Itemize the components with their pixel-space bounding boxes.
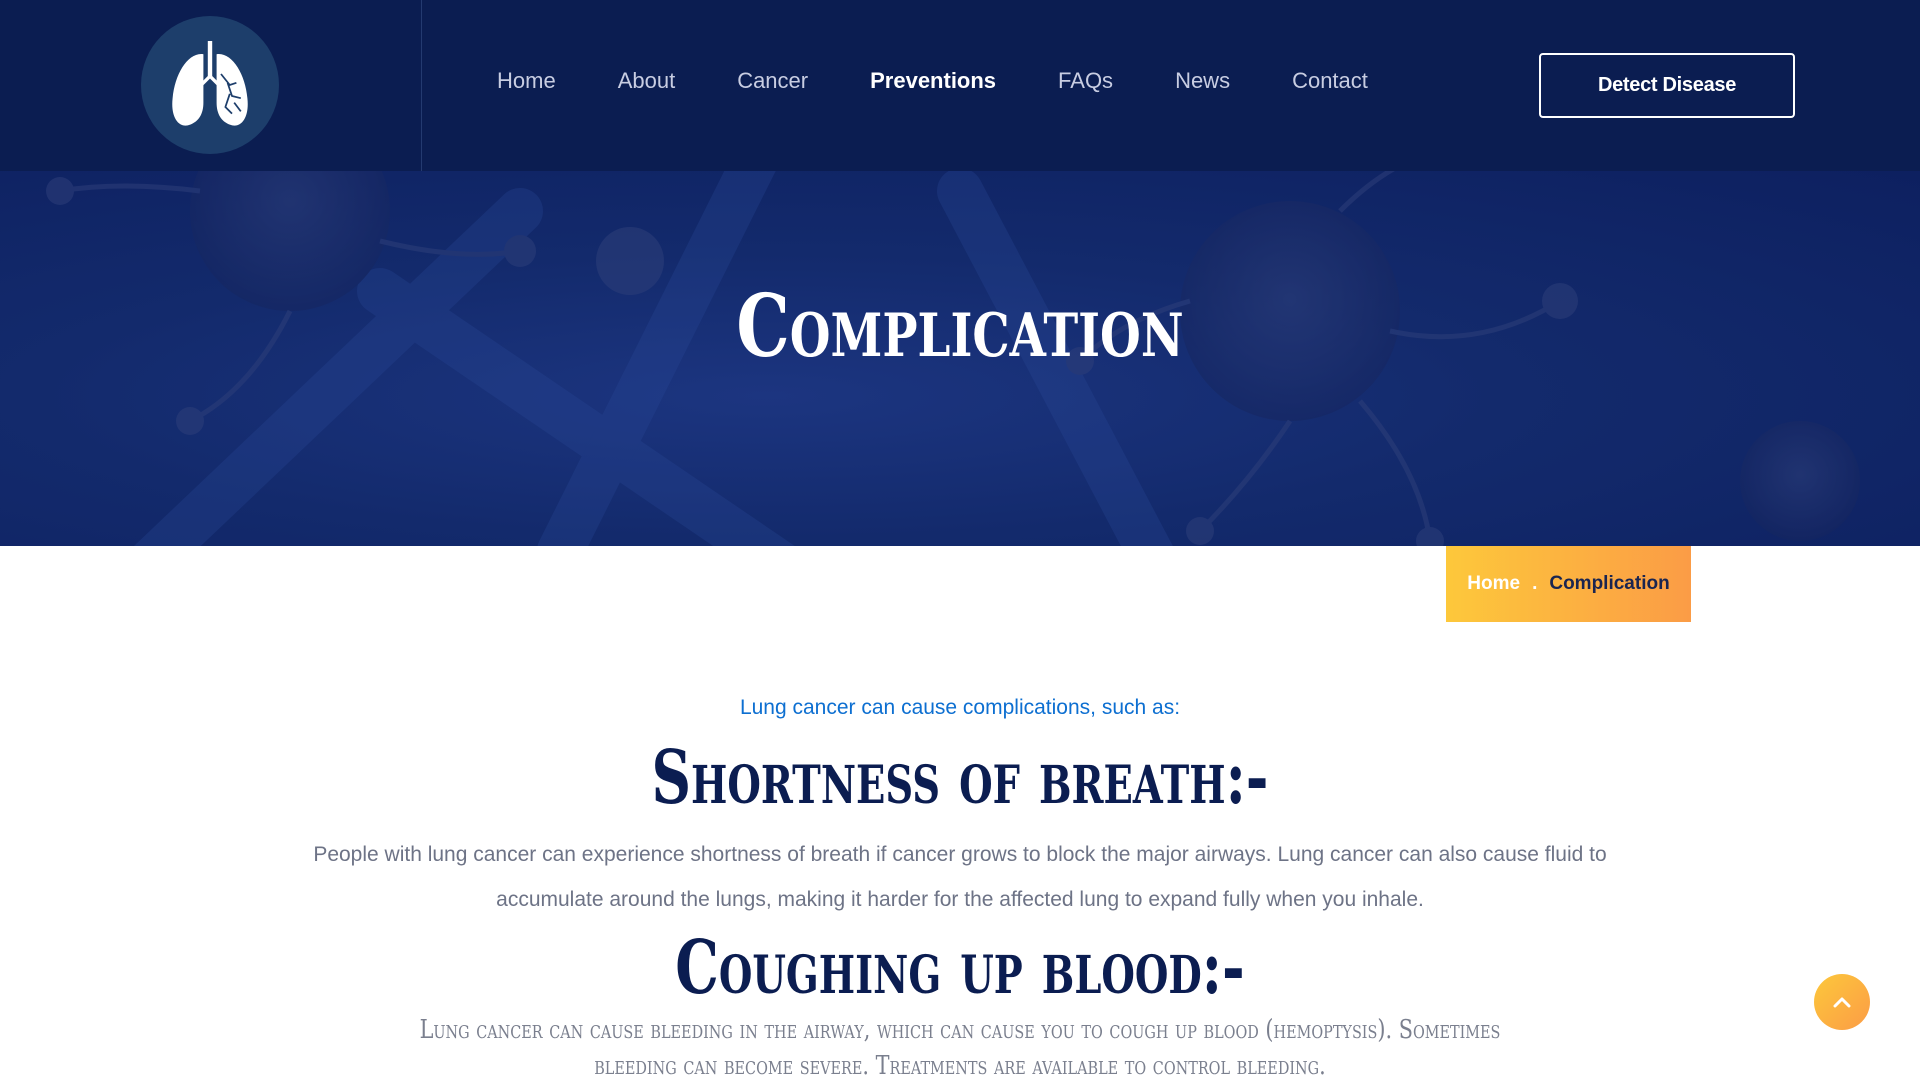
nav-preventions[interactable]: Preventions xyxy=(870,68,996,94)
intro-text: Lung cancer can cause complications, suc… xyxy=(739,696,1181,719)
lungs-icon xyxy=(172,41,248,126)
header-divider xyxy=(421,0,422,171)
nav-about[interactable]: About xyxy=(618,68,676,94)
page-hero: Complication xyxy=(0,171,1920,546)
section-heading: Coughing up blood:- xyxy=(675,925,1245,1011)
nav-home[interactable]: Home xyxy=(497,68,556,94)
breadcrumb-separator: . xyxy=(1532,573,1538,594)
page-title: Complication xyxy=(736,276,1184,377)
site-logo[interactable] xyxy=(141,16,279,154)
breadcrumb-home-link[interactable]: Home xyxy=(1467,573,1520,595)
nav-cancer[interactable]: Cancer xyxy=(737,68,808,94)
breadcrumb: Home . Complication xyxy=(1446,546,1691,622)
nav-contact[interactable]: Contact xyxy=(1292,68,1368,94)
scroll-to-top-button[interactable] xyxy=(1814,974,1870,1030)
breadcrumb-current: Complication xyxy=(1549,573,1670,594)
main-nav: Home About Cancer Preventions FAQs News … xyxy=(497,68,1430,94)
section-body: Lung cancer can cause bleeding in the ai… xyxy=(419,1015,1501,1080)
nav-faqs[interactable]: FAQs xyxy=(1058,68,1113,94)
site-header: Home About Cancer Preventions FAQs News … xyxy=(0,0,1920,171)
section-heading: Shortness of breath:- xyxy=(651,735,1269,821)
section-body: People with lung cancer can experience s… xyxy=(313,843,1607,911)
detect-disease-button[interactable]: Detect Disease xyxy=(1539,53,1795,118)
nav-news[interactable]: News xyxy=(1175,68,1230,94)
chevron-up-icon xyxy=(1833,997,1851,1008)
